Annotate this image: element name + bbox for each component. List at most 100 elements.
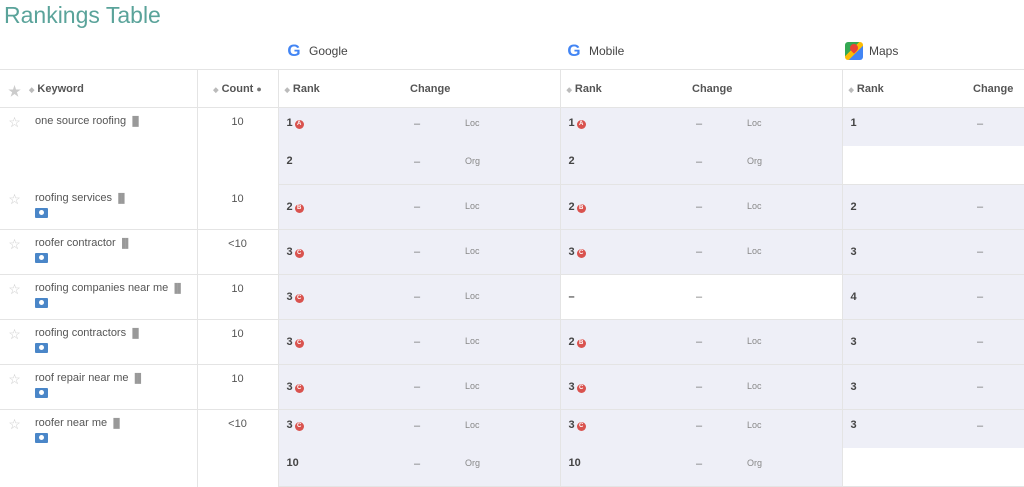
- keyword-text[interactable]: roofer contractor: [35, 237, 116, 249]
- keyword-text[interactable]: roofer near me: [35, 417, 107, 429]
- google-type-cell: Org: [465, 146, 561, 185]
- maps-change-cell: –: [973, 274, 1024, 320]
- google-change-cell: –: [410, 146, 465, 185]
- favorite-star-icon[interactable]: ☆: [0, 319, 29, 365]
- favorite-column-header[interactable]: ★: [0, 69, 29, 108]
- google-rank-cell: 3C: [278, 409, 410, 448]
- chart-bars-icon[interactable]: ▐▌: [132, 373, 145, 383]
- maps-change-cell: [973, 448, 1024, 487]
- search-count: <10: [197, 229, 279, 275]
- local-pack-badge: A: [576, 120, 586, 129]
- google-change-cell: –: [410, 409, 465, 448]
- sort-icon: ◆: [284, 86, 290, 94]
- sort-icon: ◆: [848, 86, 854, 94]
- rank-value: 2: [568, 336, 575, 348]
- google-change-cell: –: [410, 364, 465, 410]
- maps-rank-header[interactable]: ◆ Rank: [842, 69, 973, 108]
- mobile-rank-header[interactable]: ◆ Rank: [560, 69, 692, 108]
- table-row: ☆ one source roofing ▐▌ 10 1 A – Loc 1 A – Loc 1–: [0, 107, 1024, 185]
- google-type-cell: Loc: [465, 364, 561, 410]
- rank-value: 1: [286, 117, 293, 129]
- google-change-header: Change: [410, 69, 465, 108]
- local-pin-icon[interactable]: [35, 388, 48, 398]
- favorite-star-icon[interactable]: ☆: [0, 184, 29, 230]
- search-count: 10: [197, 319, 279, 365]
- count-column-header[interactable]: ◆ Count ●: [197, 69, 279, 108]
- sort-icon: ◆: [213, 86, 219, 94]
- search-count: <10: [197, 409, 279, 487]
- local-pin-icon[interactable]: [35, 343, 48, 353]
- mobile-type-cell: Loc: [747, 364, 843, 410]
- chart-bars-icon[interactable]: ▐▌: [129, 116, 142, 126]
- maps-change-cell: –: [973, 409, 1024, 448]
- keyword-text[interactable]: roof repair near me: [35, 372, 129, 384]
- maps-rank-cell: 3: [842, 319, 973, 365]
- local-pack-badge: C: [294, 384, 304, 393]
- google-rank-cell: 3C: [278, 229, 410, 275]
- local-pin-icon[interactable]: [35, 253, 48, 263]
- maps-change-cell: –: [973, 319, 1024, 365]
- chart-bars-icon[interactable]: ▐▌: [129, 328, 142, 338]
- keyword-text[interactable]: roofing services: [35, 192, 112, 204]
- mobile-type-cell: Org: [747, 448, 843, 487]
- local-pack-badge: C: [576, 249, 586, 258]
- sort-icon: ◆: [566, 86, 572, 94]
- chart-bars-icon[interactable]: ▐▌: [171, 283, 184, 293]
- rank-value: 3: [568, 246, 575, 258]
- google-type-cell: Org: [465, 448, 561, 487]
- google-rank-cell: 1A: [278, 107, 410, 146]
- favorite-star-icon[interactable]: ☆: [0, 364, 29, 410]
- favorite-star-icon[interactable]: ☆: [0, 410, 29, 487]
- info-icon: ●: [256, 83, 262, 94]
- mobile-type-cell: Loc: [747, 319, 843, 365]
- local-pack-badge: C: [294, 294, 304, 303]
- rank-value: 2: [568, 201, 575, 213]
- local-pin-icon[interactable]: [35, 207, 48, 218]
- google-rank-cell: 2B: [278, 184, 410, 230]
- rankings-table: ★ ◆ Keyword ◆ Count ● ◆ Rank Change ◆ Rank C…: [0, 69, 1024, 487]
- google-rank-cell: 2: [278, 146, 410, 185]
- search-count: 10: [197, 364, 279, 410]
- keyword-column-header[interactable]: ◆ Keyword: [29, 69, 198, 108]
- rank-value: 3: [568, 381, 575, 393]
- rank-value: 3: [286, 336, 293, 348]
- google-rank-header[interactable]: ◆ Rank: [278, 69, 410, 108]
- mobile-type-cell: [747, 274, 843, 320]
- google-type-cell: Loc: [465, 319, 561, 365]
- rank-value: 3: [568, 419, 575, 431]
- mobile-rank-cell: 2: [560, 146, 692, 185]
- chart-bars-icon[interactable]: ▐▌: [119, 238, 132, 248]
- favorite-star-icon[interactable]: ☆: [0, 229, 29, 275]
- keyword-cell: roofer near me ▐▌: [29, 409, 198, 487]
- google-rank-cell: 3C: [278, 319, 410, 365]
- mobile-rank-cell: 2B: [560, 319, 692, 365]
- maps-rank-cell: [842, 146, 973, 185]
- mobile-rank-cell: 1A: [560, 107, 692, 146]
- maps-change-cell: –: [973, 107, 1024, 146]
- search-count: 10: [197, 184, 279, 230]
- mobile-change-cell: –: [692, 146, 747, 185]
- mobile-rank-cell: 3C: [560, 364, 692, 410]
- local-pin-icon[interactable]: [35, 433, 48, 443]
- table-row: ☆ roofer near me ▐▌ <10 3 C – Loc 3 C – Loc 3–: [0, 409, 1024, 487]
- mobile-rank-cell: –: [560, 274, 692, 320]
- maps-rank-cell: 1: [842, 107, 973, 146]
- local-pin-icon[interactable]: [35, 298, 48, 308]
- google-type-cell: Loc: [465, 229, 561, 275]
- rank-value: 3: [286, 246, 293, 258]
- rank-value: 2: [286, 155, 293, 167]
- table-row: ☆ roofing companies near me ▐▌ 10 3 C – Loc – –4–: [0, 274, 1024, 320]
- favorite-star-icon[interactable]: ☆: [0, 108, 29, 185]
- rank-value: –: [568, 291, 575, 303]
- google-change-cell: –: [410, 184, 465, 230]
- favorite-star-icon[interactable]: ☆: [0, 274, 29, 320]
- engine-name: Mobile: [589, 44, 625, 58]
- keyword-text[interactable]: roofing contractors: [35, 327, 126, 339]
- maps-rank-cell: 3: [842, 409, 973, 448]
- keyword-text[interactable]: roofing companies near me: [35, 282, 168, 294]
- google-icon: G: [287, 41, 301, 60]
- chart-bars-icon[interactable]: ▐▌: [115, 193, 128, 203]
- mobile-type-header: [747, 69, 843, 108]
- keyword-text[interactable]: one source roofing: [35, 115, 126, 127]
- chart-bars-icon[interactable]: ▐▌: [110, 418, 123, 428]
